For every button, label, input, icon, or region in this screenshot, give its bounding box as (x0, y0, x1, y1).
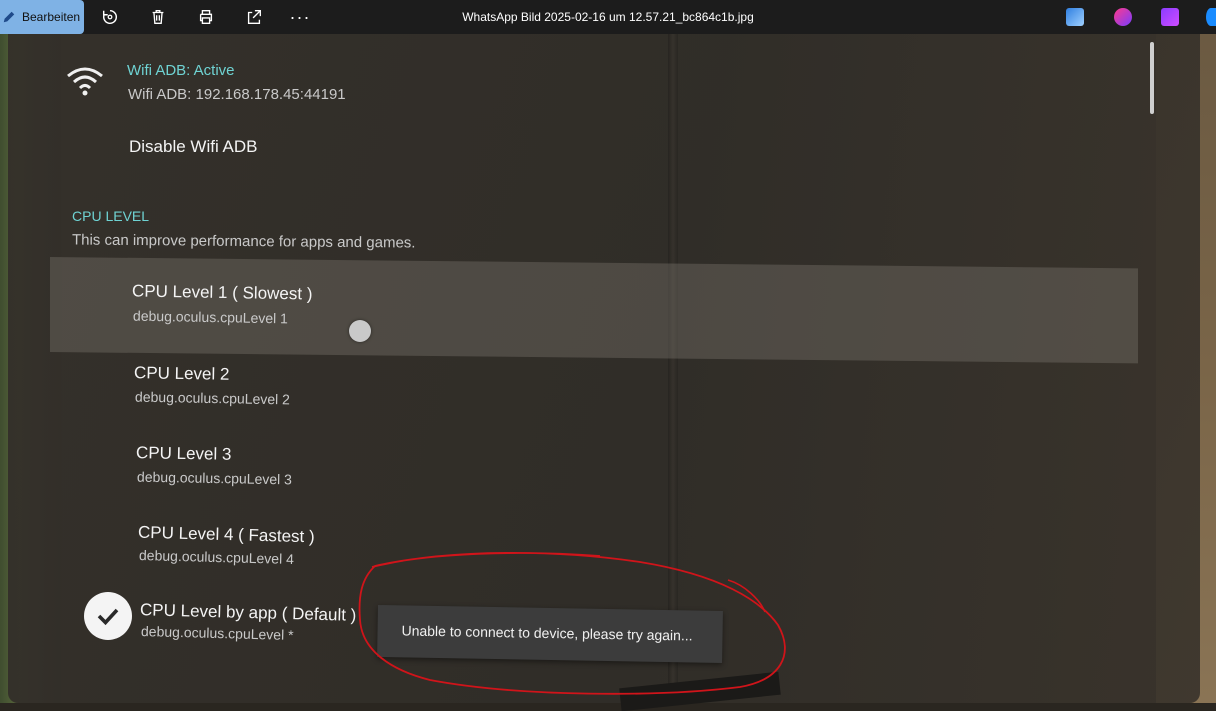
cpu-option-prop: debug.oculus.cpuLevel 3 (136, 468, 293, 488)
print-icon[interactable] (196, 7, 216, 27)
error-toast: Unable to connect to device, please try … (377, 605, 723, 664)
delete-icon[interactable] (148, 7, 168, 27)
disable-wifi-adb-button[interactable]: Disable Wifi ADB (129, 137, 257, 157)
edit-button[interactable]: Bearbeiten (0, 0, 84, 34)
photos-toolbar: Bearbeiten ··· WhatsApp Bild 2025-02-16 … (0, 0, 1216, 34)
cpu-option-label: CPU Level 2 (133, 363, 230, 384)
cpu-option-prop: debug.oculus.cpuLevel 1 (132, 307, 289, 327)
cpu-option-label: CPU Level 3 (135, 443, 232, 464)
toast-message: Unable to connect to device, please try … (401, 622, 693, 644)
wifi-adb-status: Wifi ADB: Active (127, 62, 235, 79)
selected-check-icon (84, 592, 132, 640)
wifi-icon (67, 67, 103, 96)
vr-pointer-cursor (349, 320, 371, 342)
panel-divider (668, 34, 678, 703)
cpu-level-heading: CPU LEVEL (72, 208, 150, 224)
wifi-adb-address: Wifi ADB: 192.168.178.45:44191 (128, 86, 346, 103)
cpu-option-prop: debug.oculus.cpuLevel 2 (134, 388, 291, 408)
clipchamp-app-icon[interactable] (1161, 8, 1179, 26)
panel-scrollbar[interactable] (1150, 42, 1154, 114)
more-icon[interactable]: ··· (290, 7, 310, 27)
share-icon[interactable] (244, 7, 264, 27)
cpu-level-description: This can improve performance for apps an… (71, 231, 416, 252)
copilot-app-icon[interactable] (1114, 8, 1132, 26)
cpu-option-label: CPU Level 1 ( Slowest ) (131, 281, 313, 304)
edit-button-label: Bearbeiten (22, 10, 81, 24)
rotate-icon[interactable] (100, 7, 120, 27)
window-title: WhatsApp Bild 2025-02-16 um 12.57.21_bc8… (462, 10, 754, 24)
onedrive-app-icon[interactable] (1206, 8, 1216, 26)
edit-icon (3, 11, 15, 23)
image-editor-app-icon[interactable] (1066, 8, 1084, 26)
